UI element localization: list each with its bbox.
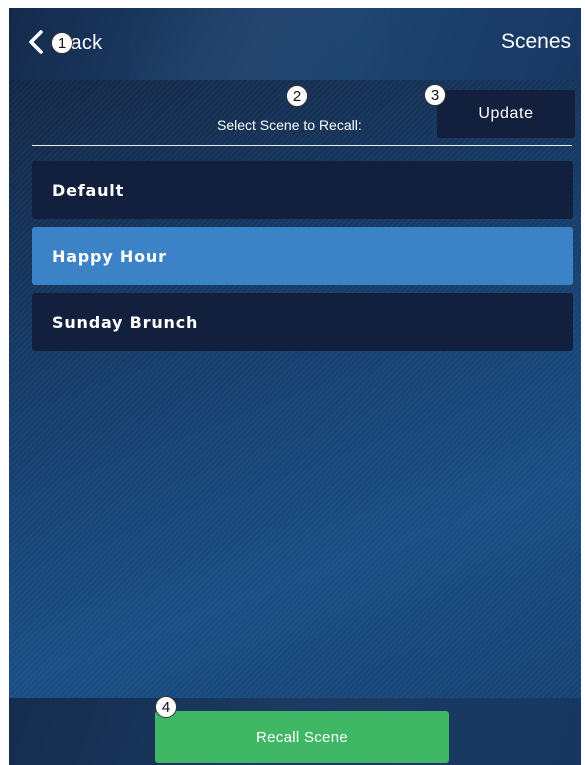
callout-marker-1: 1 <box>51 32 73 54</box>
scene-item-happy-hour[interactable]: Happy Hour <box>32 227 573 285</box>
header-shade <box>129 8 389 80</box>
recall-scene-button[interactable]: Recall Scene <box>155 711 449 763</box>
callout-marker-2: 2 <box>286 85 308 107</box>
chevron-left-icon <box>27 29 45 55</box>
scene-item-default[interactable]: Default <box>32 161 573 219</box>
page-title: Scenes <box>500 30 571 53</box>
scene-list: Default Happy Hour Sunday Brunch <box>32 161 573 359</box>
device-screen: Back Scenes Select Scene to Recall: Upda… <box>9 8 581 765</box>
update-button[interactable]: Update <box>437 90 575 138</box>
header-bar: Back Scenes <box>9 8 581 80</box>
callout-marker-4: 4 <box>155 696 177 718</box>
scene-item-sunday-brunch[interactable]: Sunday Brunch <box>32 293 573 351</box>
select-scene-prompt: Select Scene to Recall: <box>217 117 362 133</box>
divider <box>32 145 572 146</box>
callout-marker-3: 3 <box>424 84 446 106</box>
